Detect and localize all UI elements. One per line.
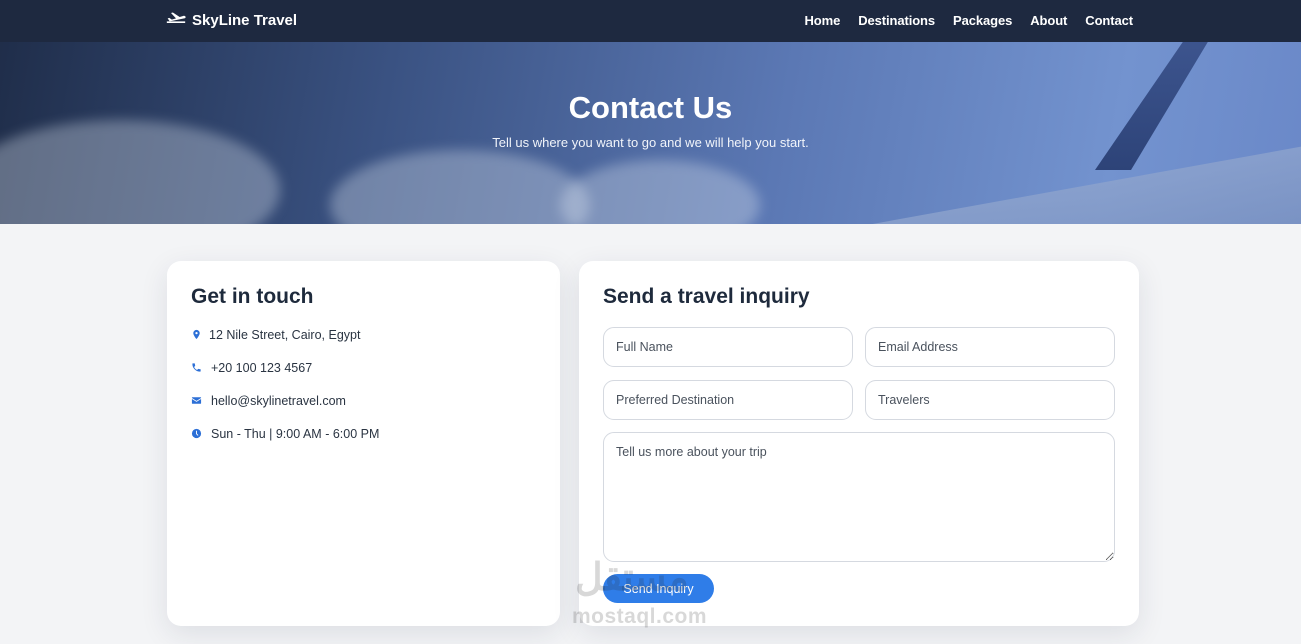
email-input[interactable]	[865, 327, 1115, 367]
page-subtitle: Tell us where you want to go and we will…	[492, 135, 809, 150]
brand-name: SkyLine Travel	[192, 11, 298, 29]
page-title: Contact Us	[568, 90, 733, 125]
airplane-wing-image	[784, 136, 1301, 224]
destination-input[interactable]	[603, 380, 853, 420]
nav-links: Home Destinations Packages About Contact	[805, 13, 1134, 28]
nav-home[interactable]: Home	[805, 13, 841, 28]
form-title: Send a travel inquiry	[603, 285, 810, 308]
contact-email-text[interactable]: hello@skylinetravel.com	[211, 393, 346, 409]
contact-address: 12 Nile Street, Cairo, Egypt	[191, 327, 379, 360]
nav-destinations[interactable]: Destinations	[858, 13, 935, 28]
hero-cloud	[330, 150, 590, 224]
trip-details-textarea[interactable]	[603, 432, 1115, 562]
hero-cloud	[560, 160, 760, 224]
contact-info-card: Get in touch 12 Nile Street, Cairo, Egyp…	[167, 261, 560, 626]
phone-icon	[191, 360, 211, 374]
hero-banner: SkyLine Travel Home Destinations Package…	[0, 0, 1301, 224]
contact-phone: +20 100 123 4567	[191, 360, 379, 393]
inquiry-form-card: Send a travel inquiry Send Inquiry	[579, 261, 1139, 626]
brand-logo[interactable]: SkyLine Travel	[166, 10, 297, 30]
send-inquiry-button[interactable]: Send Inquiry	[603, 574, 714, 603]
contact-phone-text[interactable]: +20 100 123 4567	[211, 360, 312, 376]
contact-address-text: 12 Nile Street, Cairo, Egypt	[209, 328, 361, 342]
contact-card-title: Get in touch	[191, 285, 314, 308]
nav-contact[interactable]: Contact	[1085, 13, 1133, 28]
clock-icon	[191, 426, 211, 440]
contact-email: hello@skylinetravel.com	[191, 393, 379, 426]
full-name-input[interactable]	[603, 327, 853, 367]
plane-icon	[166, 10, 186, 30]
location-pin-icon	[191, 327, 211, 341]
travelers-input[interactable]	[865, 380, 1115, 420]
contact-info-list: 12 Nile Street, Cairo, Egypt +20 100 123…	[191, 327, 379, 459]
envelope-icon	[191, 393, 211, 407]
navbar: SkyLine Travel Home Destinations Package…	[0, 0, 1301, 42]
contact-hours-text: Sun - Thu | 9:00 AM - 6:00 PM	[211, 427, 380, 441]
nav-about[interactable]: About	[1030, 13, 1067, 28]
contact-hours: Sun - Thu | 9:00 AM - 6:00 PM	[191, 426, 379, 459]
nav-packages[interactable]: Packages	[953, 13, 1012, 28]
